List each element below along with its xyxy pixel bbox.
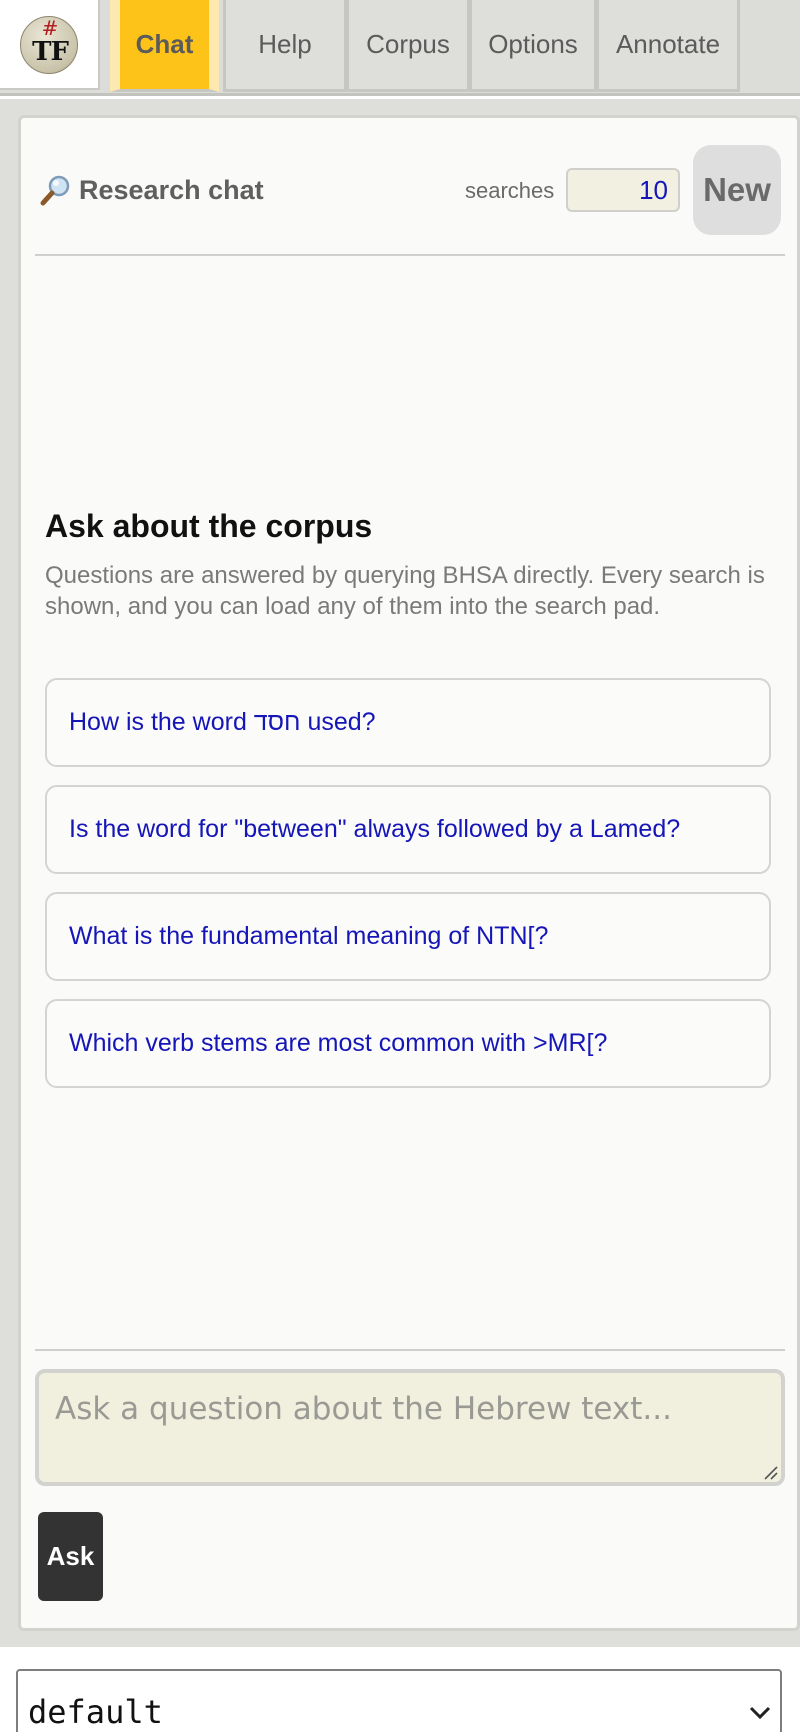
- suggestion-amr-stems[interactable]: Which verb stems are most common with >M…: [45, 999, 771, 1088]
- tab-chat[interactable]: Chat: [110, 0, 219, 92]
- logo-hash: #: [41, 16, 59, 40]
- profile-select[interactable]: default: [16, 1669, 782, 1732]
- searches-label: searches: [465, 178, 555, 203]
- intro-heading: Ask about the corpus: [45, 508, 373, 544]
- searches-count-input[interactable]: [566, 168, 680, 212]
- logo-disc-icon: # TF: [20, 16, 78, 74]
- suggestion-chesed[interactable]: How is the word חסד used?: [45, 678, 771, 767]
- top-nav-bar: # TF Chat Help Corpus Options Annotate: [0, 0, 800, 96]
- resize-handle-icon[interactable]: [761, 1463, 779, 1481]
- composer-divider: [35, 1349, 785, 1351]
- tab-help[interactable]: Help: [223, 0, 347, 92]
- bottom-area: default: [0, 1647, 800, 1732]
- ask-button[interactable]: Ask: [38, 1512, 103, 1601]
- header-divider: [35, 254, 785, 256]
- new-chat-button[interactable]: New: [693, 145, 781, 235]
- suggestion-ntn-meaning[interactable]: What is the fundamental meaning of NTN[?: [45, 892, 771, 981]
- main-area: Research chat searches New Ask about the…: [0, 99, 800, 1647]
- question-input[interactable]: [35, 1369, 785, 1486]
- tab-annotate[interactable]: Annotate: [596, 0, 740, 92]
- intro-description: Questions are answered by querying BHSA …: [45, 562, 765, 620]
- suggestion-between-lamed[interactable]: Is the word for "between" always followe…: [45, 785, 771, 874]
- chevron-down-icon: [749, 1706, 771, 1720]
- tab-corpus[interactable]: Corpus: [346, 0, 470, 92]
- chat-panel: Research chat searches New Ask about the…: [18, 115, 800, 1631]
- tab-options[interactable]: Options: [469, 0, 597, 92]
- profile-select-value: default: [28, 1693, 163, 1731]
- tf-logo[interactable]: # TF: [0, 0, 100, 90]
- chat-header: Research chat searches New: [21, 118, 797, 258]
- chat-title: Research chat: [39, 173, 264, 207]
- magnifier-icon: [40, 175, 70, 206]
- logo-letters: TF: [32, 37, 69, 67]
- chat-title-text: Research chat: [79, 174, 264, 205]
